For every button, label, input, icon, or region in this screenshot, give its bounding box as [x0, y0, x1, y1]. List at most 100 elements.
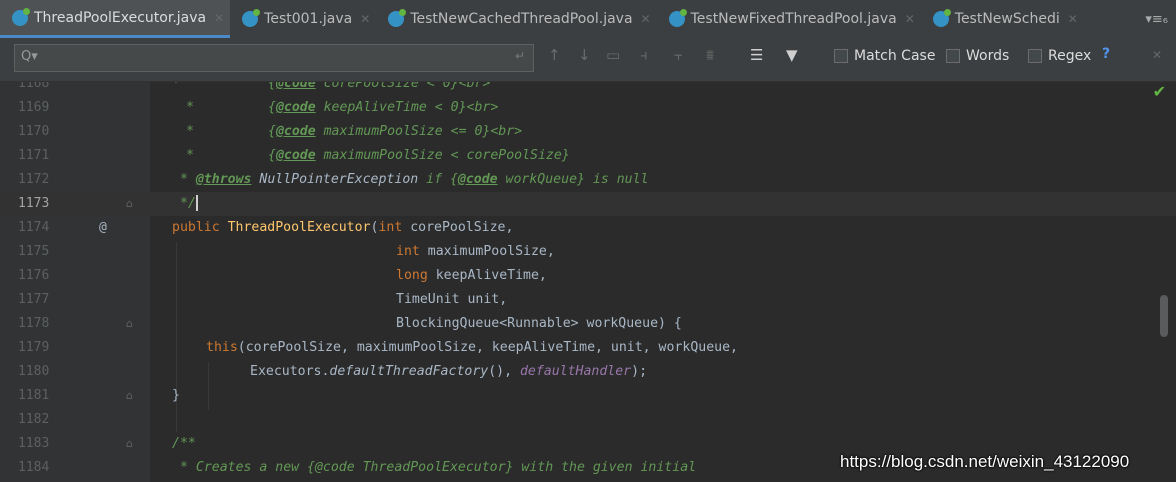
- code-text: (corePoolSize, maximumPoolSize, keepAliv…: [237, 340, 738, 355]
- doc-end: */: [180, 196, 196, 211]
- doc-star: *: [186, 148, 194, 163]
- doc-text: corePoolSize < 0}: [315, 82, 459, 91]
- find-bar: Q▾ ↵ ↑ ↓ ▭ ⫞ ⫟ ⩩ ☰ ▼ Match Case Words Re…: [0, 38, 1176, 82]
- line-number: 1172: [18, 172, 50, 187]
- code-line[interactable]: 1169 * {@code keepAliveTime < 0}<br>: [0, 96, 1176, 120]
- keyword: long: [396, 268, 428, 283]
- close-icon[interactable]: ✕: [905, 12, 915, 26]
- line-number: 1184: [18, 460, 50, 475]
- regex-checkbox[interactable]: Regex: [1028, 48, 1091, 64]
- code-editor[interactable]: 1168 * {@code corePoolSize < 0}<br> 1169…: [0, 82, 1176, 482]
- code-line[interactable]: 1177 TimeUnit unit,: [0, 288, 1176, 312]
- fold-end-icon[interactable]: ⌂: [126, 384, 133, 408]
- code-line[interactable]: 1171 * {@code maximumPoolSize < corePool…: [0, 144, 1176, 168]
- fold-icon[interactable]: ⌂: [126, 312, 133, 336]
- tab-testnewscheduled[interactable]: TestNewSchedi ✕: [921, 0, 1084, 38]
- override-marker-icon[interactable]: @: [99, 216, 107, 240]
- doc-tag: @code: [457, 172, 498, 187]
- add-occurrence-icon[interactable]: ⫞: [640, 46, 648, 64]
- checkbox-box[interactable]: [946, 49, 960, 63]
- line-number: 1183: [18, 436, 50, 451]
- keyword: this: [206, 340, 238, 355]
- find-all-icon[interactable]: ▭: [606, 46, 620, 64]
- checkbox-box[interactable]: [834, 49, 848, 63]
- code-line[interactable]: 1175 int maximumPoolSize,: [0, 240, 1176, 264]
- doc-text: maximumPoolSize <= 0}: [315, 124, 491, 139]
- keyword: public: [172, 220, 220, 235]
- doc-tag: @code: [275, 82, 316, 91]
- words-checkbox[interactable]: Words: [946, 48, 1009, 64]
- tab-overflow-button[interactable]: ▾≡₆: [1145, 0, 1168, 38]
- line-number: 1170: [18, 124, 50, 139]
- method-name: ThreadPoolExecutor: [219, 220, 371, 235]
- code-text: Executors.: [250, 364, 330, 379]
- new-line-icon[interactable]: ↵: [515, 49, 525, 63]
- tab-threadpoolexecutor[interactable]: ThreadPoolExecutor.java ✕: [0, 0, 231, 38]
- tab-testnewfixedthreadpool[interactable]: TestNewFixedThreadPool.java ✕: [657, 0, 921, 38]
- close-icon[interactable]: ✕: [1068, 12, 1078, 26]
- doc-html: <br>: [466, 100, 499, 115]
- inspection-ok-icon[interactable]: ✔: [1153, 82, 1166, 101]
- line-number: 1180: [18, 364, 50, 379]
- tab-test001[interactable]: Test001.java ✕: [230, 0, 376, 38]
- code-line[interactable]: 1174 @ public ThreadPoolExecutor(int cor…: [0, 216, 1176, 240]
- code-text: TimeUnit unit,: [396, 292, 508, 307]
- tab-label: TestNewFixedThreadPool.java: [690, 11, 897, 27]
- code-line[interactable]: 1179 this(corePoolSize, maximumPoolSize,…: [0, 336, 1176, 360]
- code-line[interactable]: 1181 ⌂ }: [0, 384, 1176, 408]
- regex-help-link[interactable]: ?: [1102, 46, 1110, 62]
- code-text: }: [172, 388, 180, 403]
- search-box[interactable]: Q▾ ↵: [14, 44, 534, 72]
- doc-text: workQueue} is null: [497, 172, 649, 187]
- vertical-scrollbar[interactable]: [1160, 295, 1168, 337]
- doc-html: <br>: [458, 82, 491, 91]
- close-icon[interactable]: ✕: [1152, 48, 1162, 62]
- fold-end-icon[interactable]: ⌂: [126, 192, 133, 216]
- tab-testnewcachedthreadpool[interactable]: TestNewCachedThreadPool.java ✕: [376, 0, 656, 38]
- words-label: Words: [966, 48, 1010, 64]
- code-line[interactable]: 1178 ⌂ BlockingQueue<Runnable> workQueue…: [0, 312, 1176, 336]
- doc-text: * Creates a new {@code ThreadPoolExecuto…: [180, 460, 697, 475]
- code-line[interactable]: 1182: [0, 408, 1176, 432]
- code-line-current[interactable]: 1173 ⌂ */: [0, 192, 1176, 216]
- search-icon[interactable]: Q▾: [21, 49, 38, 64]
- code-text: );: [631, 364, 648, 379]
- line-number: 1181: [18, 388, 50, 403]
- close-icon[interactable]: ✕: [641, 12, 651, 26]
- checkbox-box[interactable]: [1028, 49, 1042, 63]
- select-all-occurrences-icon[interactable]: ⩩: [706, 46, 714, 64]
- line-number: 1178: [18, 316, 50, 331]
- search-input[interactable]: [43, 47, 507, 69]
- doc-start: /**: [172, 436, 196, 451]
- previous-occurrence-icon[interactable]: ↑: [548, 46, 561, 64]
- doc-star: *: [186, 124, 194, 139]
- filter-settings-icon[interactable]: ☰: [750, 46, 763, 64]
- code-line[interactable]: 1172 * @throws NullPointerException if {…: [0, 168, 1176, 192]
- remove-occurrence-icon[interactable]: ⫟: [674, 46, 683, 64]
- field-name: defaultHandler: [519, 364, 632, 379]
- java-class-icon: [242, 9, 261, 27]
- close-icon[interactable]: ✕: [360, 12, 370, 26]
- tab-label: ThreadPoolExecutor.java: [34, 9, 207, 26]
- line-number: 1169: [18, 100, 50, 115]
- keyword: int: [396, 244, 420, 259]
- doc-tag: @code: [275, 124, 316, 139]
- doc-tag: @code: [275, 100, 316, 115]
- code-line[interactable]: 1176 long keepAliveTime,: [0, 264, 1176, 288]
- fold-icon[interactable]: ⌂: [126, 432, 133, 456]
- filter-icon[interactable]: ▼: [786, 46, 798, 64]
- match-case-checkbox[interactable]: Match Case: [834, 48, 935, 64]
- doc-text: if {: [418, 172, 458, 187]
- next-occurrence-icon[interactable]: ↓: [578, 46, 591, 64]
- doc-text: maximumPoolSize < corePoolSize}: [315, 148, 570, 163]
- line-number: 1171: [18, 148, 50, 163]
- watermark-text: https://blog.csdn.net/weixin_43122090: [840, 452, 1130, 471]
- code-text: corePoolSize,: [402, 220, 514, 235]
- code-line[interactable]: 1180 Executors.defaultThreadFactory(), d…: [0, 360, 1176, 384]
- code-line[interactable]: 1170 * {@code maximumPoolSize <= 0}<br>: [0, 120, 1176, 144]
- close-icon[interactable]: ✕: [214, 11, 224, 25]
- code-line[interactable]: 1168 * {@code corePoolSize < 0}<br>: [0, 82, 1176, 96]
- code-text: BlockingQueue<Runnable> workQueue) {: [396, 316, 682, 331]
- line-number: 1175: [18, 244, 50, 259]
- doc-tag: @throws: [195, 172, 252, 187]
